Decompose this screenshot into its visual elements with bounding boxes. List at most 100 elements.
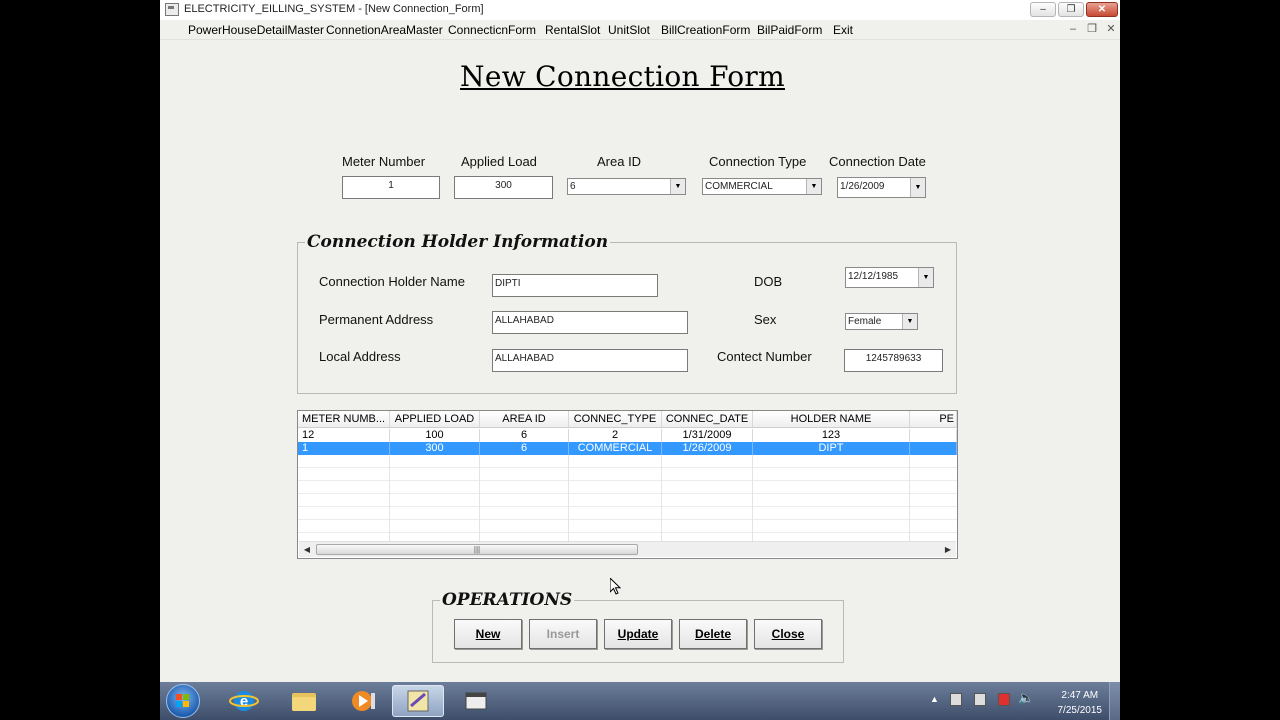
folder-icon	[292, 693, 316, 711]
dob-date-picker[interactable]: 12/12/1985 ▼	[845, 267, 934, 288]
menu-unit-slot[interactable]: UnitSlot	[608, 23, 650, 37]
area-id-value: 6	[570, 181, 576, 192]
permanent-address-input[interactable]: ALLAHABAD	[492, 311, 688, 334]
holder-name-input[interactable]: DIPTI	[492, 274, 658, 297]
mdi-minimize-icon[interactable]: –	[1066, 24, 1080, 35]
new-button[interactable]: New	[454, 619, 522, 649]
table-row-selected[interactable]: 1 300 6 COMMERCIAL 1/26/2009 DIPT	[298, 442, 957, 455]
connection-type-label: Connection Type	[709, 154, 807, 169]
sex-label: Sex	[754, 312, 777, 327]
taskbar-media-player[interactable]	[338, 685, 390, 717]
connection-date-picker[interactable]: 1/26/2009 ▼	[837, 177, 926, 198]
tray-safely-remove-icon[interactable]	[974, 693, 986, 706]
menu-powerhouse-detail-master[interactable]: PowerHouseDetailMaster	[188, 23, 324, 37]
grid-cell: 300	[390, 442, 480, 455]
insert-button[interactable]: Insert	[529, 619, 597, 649]
connections-grid[interactable]: METER NUMB... APPLIED LOAD AREA ID CONNE…	[297, 410, 958, 559]
start-button[interactable]	[166, 684, 200, 718]
minimize-button[interactable]: –	[1030, 2, 1056, 17]
menu-bill-creation-form[interactable]: BillCreationForm	[661, 23, 750, 37]
scroll-right-icon[interactable]: ▶	[942, 544, 954, 555]
grid-cell: COMMERCIAL	[569, 442, 662, 455]
restore-button[interactable]: ❐	[1058, 2, 1084, 17]
grid-cell: 100	[390, 429, 480, 442]
column-header[interactable]: HOLDER NAME	[753, 411, 910, 427]
grid-cell: 12	[298, 429, 390, 442]
close-button[interactable]: Close	[754, 619, 822, 649]
column-header[interactable]: PE	[910, 411, 957, 427]
meter-number-input[interactable]: 1	[342, 176, 440, 199]
column-header[interactable]: METER NUMB...	[298, 411, 390, 427]
menu-bil-paid-form[interactable]: BilPaidForm	[757, 23, 822, 37]
grid-header: METER NUMB... APPLIED LOAD AREA ID CONNE…	[298, 411, 957, 428]
dropdown-arrow-icon[interactable]: ▼	[806, 179, 821, 194]
holder-name-label: Connection Holder Name	[319, 274, 465, 289]
menu-rental-slot[interactable]: RentalSlot	[545, 23, 600, 37]
column-header[interactable]: APPLIED LOAD	[390, 411, 480, 427]
taskbar-internet-explorer[interactable]: e	[218, 685, 270, 717]
menu-connection-form[interactable]: ConnecticnForm	[448, 23, 536, 37]
mdi-restore-icon[interactable]: ❐	[1085, 24, 1099, 35]
calendar-dropdown-icon[interactable]: ▼	[918, 268, 933, 287]
delete-button[interactable]: Delete	[679, 619, 747, 649]
sex-value: Female	[848, 316, 882, 327]
local-address-label: Local Address	[319, 349, 401, 364]
show-desktop-button[interactable]	[1109, 682, 1120, 720]
grid-cell: 1	[298, 442, 390, 455]
applied-load-label: Applied Load	[461, 154, 537, 169]
applied-load-input[interactable]: 300	[454, 176, 553, 199]
meter-number-label: Meter Number	[342, 154, 426, 169]
grid-cell	[910, 442, 957, 455]
form-title: New Connection Form	[460, 60, 785, 93]
dob-label: DOB	[754, 274, 783, 289]
tray-volume-icon[interactable]: 🔈	[1018, 690, 1034, 706]
column-header[interactable]: CONNEC_TYPE	[569, 411, 662, 427]
taskbar: e ▲ 🔈 2:47 AM 7/25/2015	[160, 682, 1120, 720]
grid-empty-area	[298, 455, 957, 543]
contact-number-label: Contect Number	[717, 349, 812, 364]
tray-network-icon[interactable]	[998, 693, 1010, 706]
taskbar-explorer[interactable]	[278, 685, 330, 717]
tray-action-center-icon[interactable]	[950, 693, 962, 706]
table-row[interactable]: 12 100 6 2 1/31/2009 123	[298, 429, 957, 442]
dob-value: 12/12/1985	[848, 271, 899, 282]
connection-type-combo[interactable]: COMMERCIAL ▼	[702, 178, 822, 195]
tray-clock[interactable]: 2:47 AM 7/25/2015	[1058, 688, 1103, 718]
grid-cell	[910, 429, 957, 442]
update-button[interactable]: Update	[604, 619, 672, 649]
mouse-cursor-icon	[610, 578, 622, 595]
grid-cell: 123	[753, 429, 910, 442]
horizontal-scrollbar[interactable]: ◀ ||| ▶	[299, 541, 956, 557]
operations-legend: OPERATIONS	[440, 590, 575, 610]
taskbar-app-active[interactable]	[392, 685, 444, 717]
dropdown-arrow-icon[interactable]: ▼	[670, 179, 685, 194]
connection-holder-legend: Connection Holder Information	[305, 232, 611, 252]
close-window-button[interactable]: ✕	[1086, 2, 1118, 17]
menu-connetion-area-master[interactable]: ConnetionAreaMaster	[326, 23, 443, 37]
clock-time: 2:47 AM	[1061, 690, 1099, 701]
menu-exit[interactable]: Exit	[833, 23, 853, 37]
area-id-label: Area ID	[597, 154, 642, 169]
contact-number-input[interactable]: 1245789633	[844, 349, 943, 372]
area-id-combo[interactable]: 6 ▼	[567, 178, 686, 195]
column-header[interactable]: AREA ID	[480, 411, 569, 427]
local-address-input[interactable]: ALLAHABAD	[492, 349, 688, 372]
column-header[interactable]: CONNEC_DATE	[662, 411, 753, 427]
scroll-left-icon[interactable]: ◀	[301, 544, 313, 555]
app-icon[interactable]	[165, 3, 179, 16]
window-title: ELECTRICITY_EILLING_SYSTEM - [New Connec…	[184, 3, 484, 15]
sex-combo[interactable]: Female ▼	[845, 313, 918, 330]
permanent-address-label: Permanent Address	[319, 312, 434, 327]
calendar-dropdown-icon[interactable]: ▼	[910, 178, 925, 197]
application-window: ELECTRICITY_EILLING_SYSTEM - [New Connec…	[160, 0, 1120, 720]
grid-cell: 6	[480, 429, 569, 442]
connection-date-value: 1/26/2009	[840, 181, 885, 192]
tray-expand-icon[interactable]: ▲	[930, 694, 939, 704]
window-icon	[465, 692, 487, 710]
grid-cell: DIPT	[753, 442, 910, 455]
scrollbar-thumb[interactable]: |||	[316, 544, 638, 555]
mdi-close-icon[interactable]: ✕	[1104, 24, 1118, 35]
dropdown-arrow-icon[interactable]: ▼	[902, 314, 917, 329]
grid-cell: 6	[480, 442, 569, 455]
taskbar-window[interactable]	[450, 685, 502, 717]
